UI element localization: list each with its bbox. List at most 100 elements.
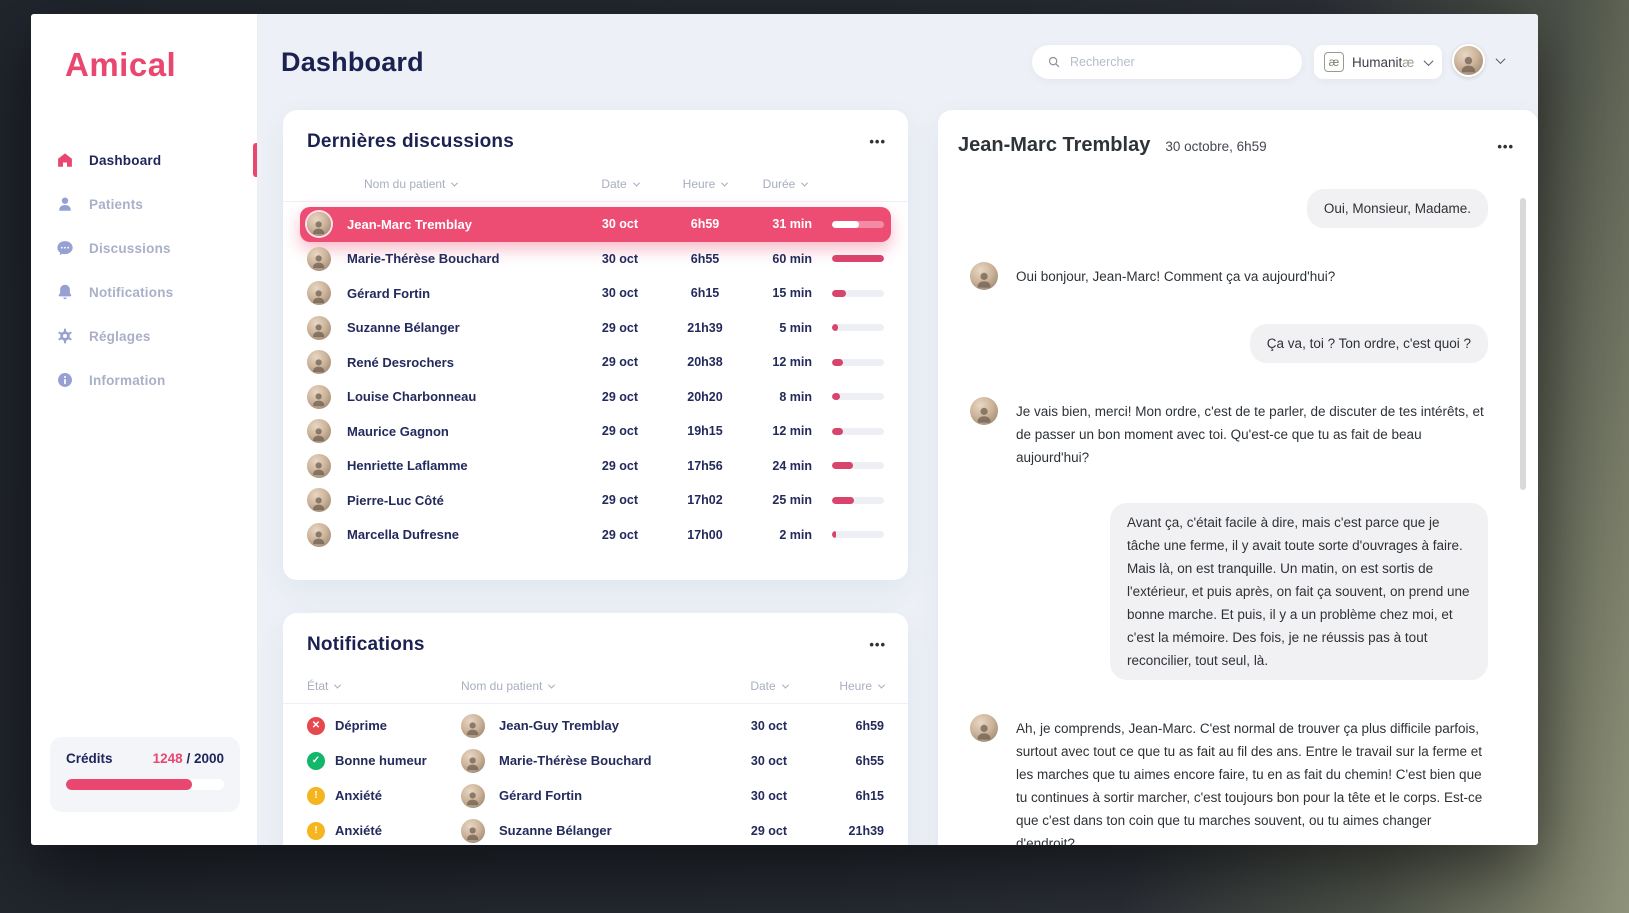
sort-by-name[interactable]: Nom du patient [461,679,724,693]
message-text: Ça va, toi ? Ton ordre, c'est quoi ? [1250,324,1488,363]
active-indicator [253,143,257,177]
patient-name: Gérard Fortin [347,286,580,301]
notification-row[interactable]: ✕ Déprime Jean-Guy Tremblay 30 oct 6h59 [283,708,908,743]
discussions-menu-button[interactable]: ••• [869,137,886,147]
sidebar-item-label: Patients [89,197,143,212]
discussion-row[interactable]: Pierre-Luc Côté 29 oct 17h02 25 min [300,483,891,518]
credits-progress-track [66,779,224,790]
chat-scrollbar[interactable] [1520,198,1526,490]
nav-icon [56,195,74,213]
discussion-row[interactable]: René Desrochers 29 oct 20h38 12 min [300,345,891,380]
discussion-row[interactable]: Jean-Marc Tremblay 30 oct 6h59 31 min [300,207,891,242]
notification-row[interactable]: ! Anxiété Suzanne Bélanger 29 oct 21h39 [283,813,908,845]
sidebar-item[interactable]: Discussions [31,226,257,270]
message-text: Je vais bien, merci! Mon ordre, c'est de… [1016,397,1488,469]
sidebar-item[interactable]: Réglages [31,314,257,358]
language-selector[interactable]: æ Humanitæ [1314,45,1442,79]
notification-row[interactable]: ✓ Bonne humeur Marie-Thérèse Bouchard 30… [283,743,908,778]
notifications-menu-button[interactable]: ••• [869,640,886,650]
credits-progress-fill [66,779,192,790]
patient-name: René Desrochers [347,355,580,370]
sidebar-item-label: Réglages [89,329,151,344]
duration-bar-track [832,462,884,469]
page-title: Dashboard [281,47,424,78]
sort-by-time[interactable]: Heure [683,177,728,191]
discussion-time: 6h55 [691,252,720,266]
notification-date: 30 oct [751,754,787,768]
discussion-date: 29 oct [602,493,638,507]
patient-name: Marcella Dufresne [347,527,580,542]
chat-message: Oui, Monsieur, Madame. [970,189,1488,228]
discussion-row[interactable]: Henriette Laflamme 29 oct 17h56 24 min [300,449,891,484]
discussion-time: 17h02 [687,493,722,507]
discussion-row[interactable]: Louise Charbonneau 29 oct 20h20 8 min [300,380,891,415]
discussion-row[interactable]: Suzanne Bélanger 29 oct 21h39 5 min [300,311,891,346]
sidebar-item[interactable]: Notifications [31,270,257,314]
sort-by-status[interactable]: État [307,679,461,693]
patient-avatar [307,385,331,409]
discussion-row[interactable]: Marie-Thérèse Bouchard 30 oct 6h55 60 mi… [300,242,891,277]
discussions-column-headers: Nom du patient Date Heure Durée [283,177,908,191]
patient-avatar [307,247,331,271]
patient-name: Maurice Gagnon [347,424,580,439]
chevron-down-icon [721,179,728,186]
sidebar-item-label: Notifications [89,285,173,300]
notification-row[interactable]: ! Anxiété Gérard Fortin 30 oct 6h15 [283,778,908,813]
user-menu[interactable] [1452,44,1504,77]
discussion-time: 20h20 [687,390,722,404]
duration-bar-fill [832,393,840,400]
chevron-down-icon [334,681,341,688]
sort-by-time[interactable]: Heure [839,679,884,693]
sort-by-name[interactable]: Nom du patient [364,177,580,191]
duration-bar-track [832,428,884,435]
search-bar[interactable] [1032,45,1302,79]
notification-label: Anxiété [335,823,461,838]
discussion-duration: 8 min [779,390,820,404]
chat-menu-button[interactable]: ••• [1497,142,1514,152]
discussion-date: 29 oct [602,528,638,542]
discussion-duration: 12 min [772,355,820,369]
discussions-rows: Jean-Marc Tremblay 30 oct 6h59 31 min Ma… [300,207,891,552]
discussion-row[interactable]: Marcella Dufresne 29 oct 17h00 2 min [300,518,891,553]
patient-avatar [307,281,331,305]
nav-icon [56,283,74,301]
status-icon: ! [307,787,325,805]
patient-avatar [461,714,485,738]
sidebar-item[interactable]: Dashboard [31,138,257,182]
status-icon: ! [307,822,325,840]
duration-bar-fill [832,255,884,262]
chat-panel: Jean-Marc Tremblay 30 octobre, 6h59 ••• … [938,110,1538,845]
discussion-row[interactable]: Gérard Fortin 30 oct 6h15 15 min [300,276,891,311]
search-input[interactable] [1070,55,1287,69]
user-avatar [1452,44,1485,77]
duration-bar-fill [832,497,854,504]
discussion-row[interactable]: Maurice Gagnon 29 oct 19h15 12 min [300,414,891,449]
ae-badge-icon: æ [1324,52,1344,72]
discussion-date: 30 oct [602,286,638,300]
patient-avatar [307,316,331,340]
credits-value: 1248 / 2000 [153,751,224,766]
chevron-down-icon [548,681,555,688]
chevron-down-icon [801,179,808,186]
sidebar-item[interactable]: Information [31,358,257,402]
duration-bar-track [832,531,884,538]
duration-bar-fill [832,221,859,228]
sort-by-date[interactable]: Date [750,679,787,693]
nav-icon [56,239,74,257]
patient-avatar [307,212,331,236]
chat-datetime: 30 octobre, 6h59 [1165,139,1266,154]
status-icon: ✕ [307,717,325,735]
discussion-duration: 5 min [779,321,820,335]
credits-total: / 2000 [186,751,224,766]
sidebar-item[interactable]: Patients [31,182,257,226]
app-logo: Amical [65,46,176,84]
sort-by-duration[interactable]: Durée [763,177,808,191]
duration-bar-track [832,324,884,331]
patient-avatar [307,454,331,478]
discussion-date: 30 oct [602,252,638,266]
duration-bar-fill [832,531,836,538]
main-area: Dashboard æ Humanitæ Dernières discussio… [258,14,1538,845]
sort-by-date[interactable]: Date [601,177,638,191]
language-label: Humanitæ [1352,55,1414,70]
discussion-duration: 2 min [779,528,820,542]
